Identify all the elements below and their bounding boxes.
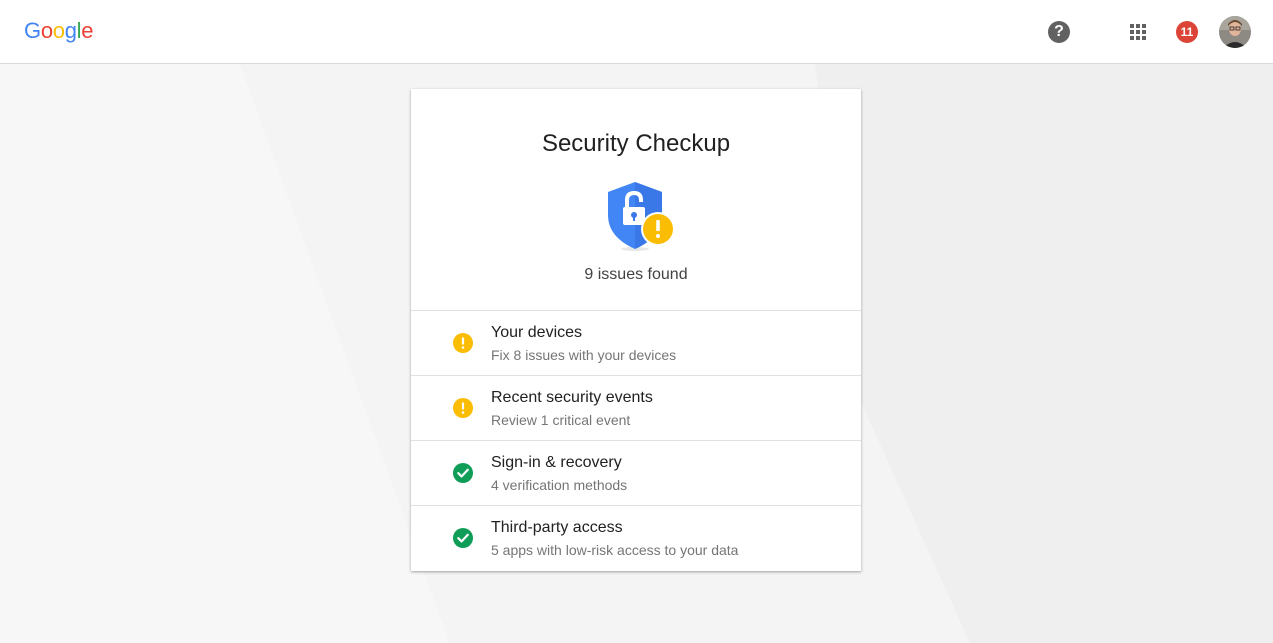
item-subtitle: 5 apps with low-risk access to your data [491,542,739,558]
check-circle-icon [453,528,473,548]
top-bar: Google ? 11 [0,0,1273,64]
list-item-recent-security-events[interactable]: Recent security events Review 1 critical… [411,376,861,441]
apps-grid-icon[interactable] [1130,24,1146,40]
logo-letter: g [64,18,77,43]
list-item-sign-in-recovery[interactable]: Sign-in & recovery 4 verification method… [411,441,861,506]
avatar-image [1219,16,1251,48]
shield-unlocked-warning-icon [608,182,675,251]
help-icon[interactable]: ? [1048,21,1070,43]
logo-letter: o [52,18,65,43]
logo-letter: G [24,18,41,43]
google-logo[interactable]: Google [24,18,93,44]
warning-circle-icon [453,333,473,353]
logo-letter: e [81,18,94,43]
item-title: Your devices [491,324,583,341]
page-title: Security Checkup [541,130,731,157]
logo-letter: o [40,18,53,43]
item-title: Recent security events [491,389,653,406]
notifications-badge[interactable]: 11 [1176,21,1198,43]
security-checkup-card: Security Checkup 9 issues found Your dev… [411,89,861,571]
warning-circle-icon [453,398,473,418]
item-title: Third-party access [491,519,623,536]
list-item-your-devices[interactable]: Your devices Fix 8 issues with your devi… [411,311,861,376]
card-header: Security Checkup 9 issues found [411,89,861,311]
issues-summary: 9 issues found [584,266,688,283]
item-title: Sign-in & recovery [491,454,622,471]
item-subtitle: Review 1 critical event [491,412,631,428]
check-circle-icon [453,463,473,483]
item-subtitle: Fix 8 issues with your devices [491,347,677,363]
avatar[interactable] [1219,16,1251,48]
item-subtitle: 4 verification methods [491,477,628,493]
list-item-third-party-access[interactable]: Third-party access 5 apps with low-risk … [411,506,861,571]
